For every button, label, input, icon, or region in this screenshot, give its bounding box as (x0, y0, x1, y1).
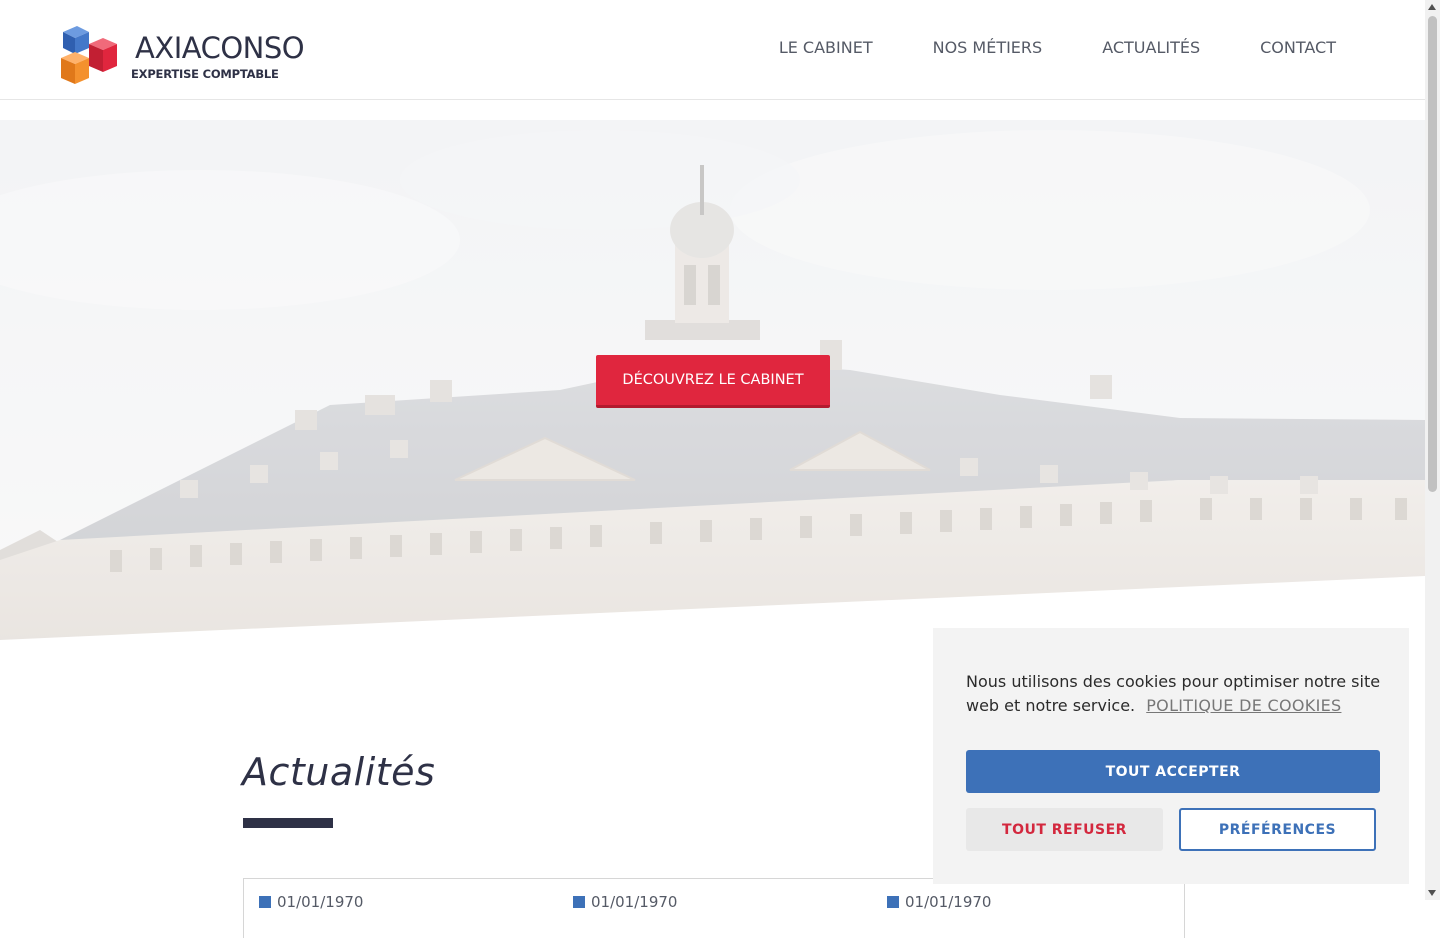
news-section-title: Actualités (242, 750, 436, 794)
scroll-down-arrow-icon[interactable] (1428, 890, 1436, 896)
news-item-date: 01/01/1970 (573, 893, 677, 911)
title-underline (243, 818, 333, 828)
main-nav: LE CABINET NOS MÉTIERS ACTUALITÉS CONTAC… (779, 38, 1336, 57)
cookie-policy-link[interactable]: POLITIQUE DE COOKIES (1146, 696, 1341, 715)
nav-item-nos-metiers[interactable]: NOS MÉTIERS (933, 38, 1043, 57)
scroll-up-arrow-icon[interactable] (1428, 4, 1436, 10)
preferences-button[interactable]: PRÉFÉRENCES (1179, 808, 1376, 851)
cookie-consent-banner: Nous utilisons des cookies pour optimise… (933, 628, 1409, 884)
site-header: AXIACONSO EXPERTISE COMPTABLE LE CABINET… (0, 0, 1425, 100)
nav-item-contact[interactable]: CONTACT (1260, 38, 1336, 57)
cookie-message: Nous utilisons des cookies pour optimise… (966, 672, 1381, 715)
calendar-icon (259, 896, 271, 908)
nav-item-le-cabinet[interactable]: LE CABINET (779, 38, 873, 57)
logo-tagline: EXPERTISE COMPTABLE (131, 67, 279, 81)
scrollbar-thumb[interactable] (1428, 16, 1437, 492)
logo-name: AXIACONSO (135, 31, 305, 65)
calendar-icon (573, 896, 585, 908)
calendar-icon (887, 896, 899, 908)
news-item-date: 01/01/1970 (887, 893, 991, 911)
nav-item-actualites[interactable]: ACTUALITÉS (1102, 38, 1200, 57)
page-scrollbar[interactable] (1425, 0, 1440, 900)
discover-cabinet-button[interactable]: DÉCOUVREZ LE CABINET (596, 355, 830, 408)
accept-all-button[interactable]: TOUT ACCEPTER (966, 750, 1380, 793)
site-logo[interactable]: AXIACONSO EXPERTISE COMPTABLE (55, 22, 315, 92)
news-list: 01/01/1970 01/01/1970 01/01/1970 (243, 878, 1185, 938)
news-item-date: 01/01/1970 (259, 893, 363, 911)
refuse-all-button[interactable]: TOUT REFUSER (966, 808, 1163, 851)
hero-banner: DÉCOUVREZ LE CABINET (0, 120, 1425, 640)
logo-cubes-icon (61, 26, 117, 84)
